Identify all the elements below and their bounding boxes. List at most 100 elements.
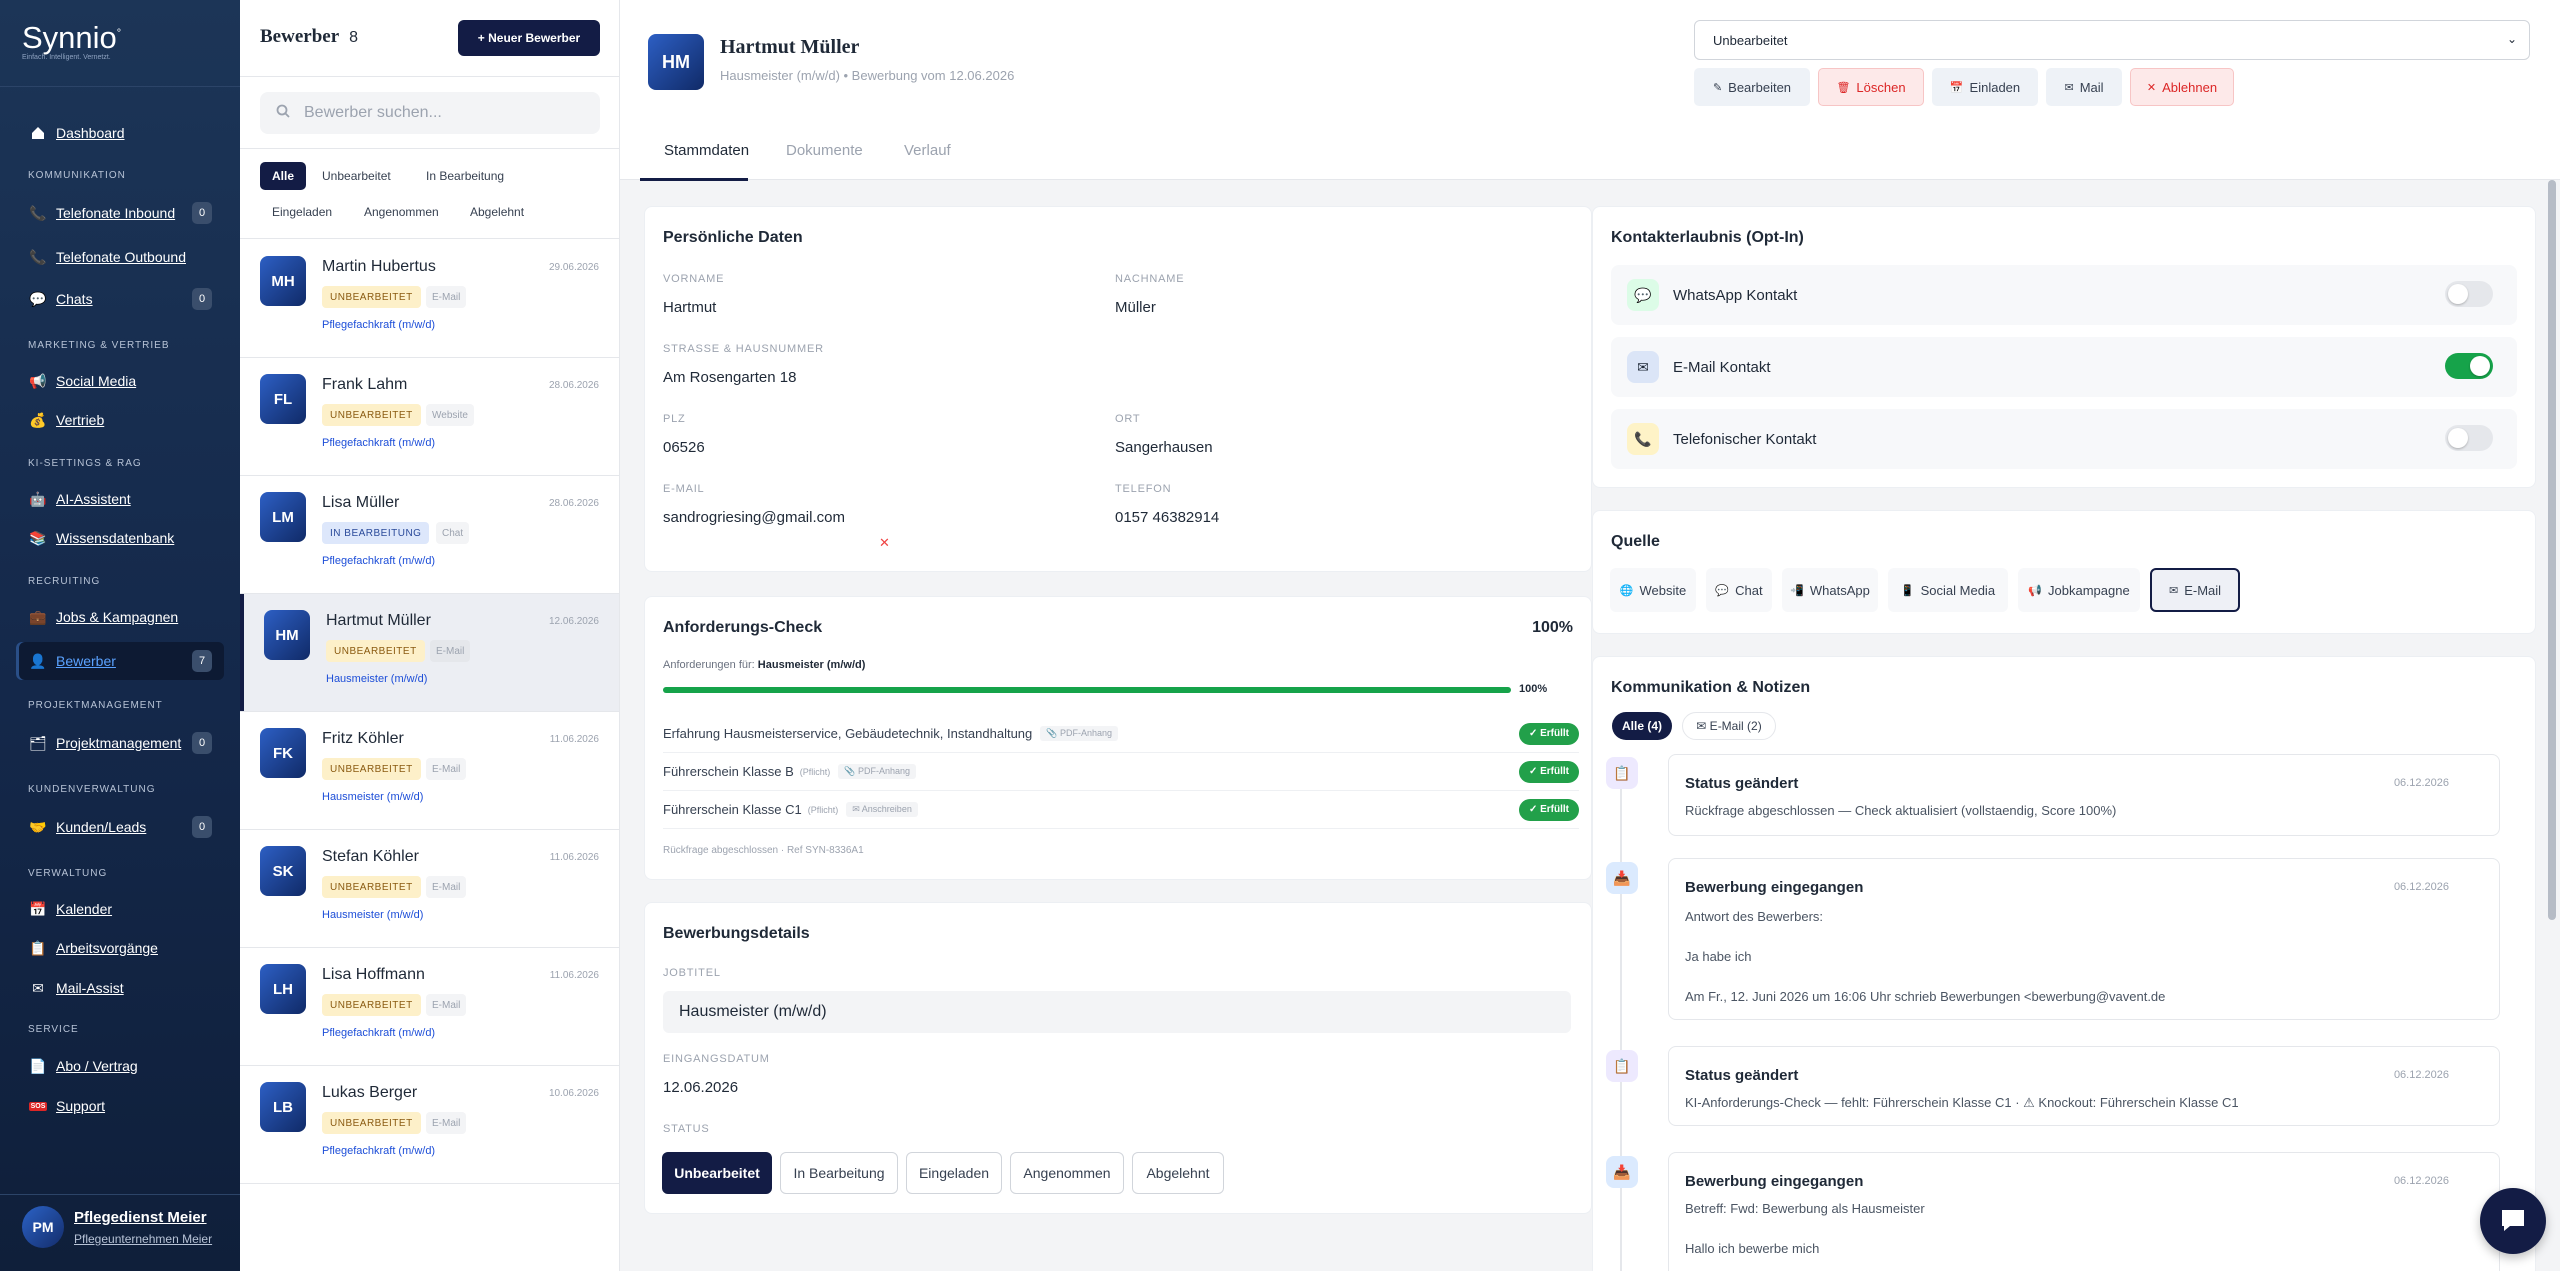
sidebar-item-support[interactable]: SOS Support — [16, 1089, 224, 1123]
applicant-card[interactable]: LB Lukas Berger 10.06.2026 UNBEARBEITET … — [240, 1066, 619, 1184]
user-profile[interactable]: PM Pflegedienst Meier Pflegeunternehmen … — [22, 1206, 212, 1248]
scrollbar-thumb[interactable] — [2548, 180, 2556, 920]
applicant-date: 11.06.2026 — [549, 970, 599, 981]
status-button-eingeladen[interactable]: Eingeladen — [906, 1152, 1002, 1194]
source-chip-chat[interactable]: 💬 Chat — [1706, 568, 1772, 612]
sidebar-item-telefonate-outbound[interactable]: 📞 Telefonate Outbound — [16, 240, 224, 274]
globe-icon: 🌐 — [1619, 584, 1634, 597]
job-title-field[interactable]: Hausmeister (m/w/d) — [663, 991, 1571, 1033]
applicant-card[interactable]: LH Lisa Hoffmann 11.06.2026 UNBEARBEITET… — [240, 948, 619, 1066]
timeline-line — [1620, 760, 1622, 1271]
requirement-row: Führerschein Klasse B (Pflicht) 📎 PDF-An… — [663, 753, 1579, 791]
status-button-in-bearbeitung[interactable]: In Bearbeitung — [780, 1152, 898, 1194]
chat-widget-button[interactable] — [2480, 1188, 2546, 1254]
search-placeholder: Bewerber suchen... — [304, 104, 442, 121]
applicant-card[interactable]: MH Martin Hubertus 29.06.2026 UNBEARBEIT… — [240, 240, 619, 358]
filter-chip-eingeladen[interactable]: Eingeladen — [260, 198, 344, 226]
sidebar-item-dashboard[interactable]: Dashboard — [16, 116, 224, 150]
filter-chip-email[interactable]: ✉ E-Mail (2) — [1682, 712, 1776, 740]
filter-chip-alle[interactable]: Alle — [260, 162, 307, 190]
phone-toggle[interactable] — [2445, 425, 2493, 451]
list-title-text: Bewerber — [260, 26, 340, 47]
source-badge: Website — [426, 404, 474, 426]
filter-chip-all[interactable]: Alle (4) — [1612, 712, 1672, 740]
sidebar-item-kalender[interactable]: 📅 Kalender — [16, 892, 224, 926]
entry-date: 06.12.2026 — [2393, 1175, 2449, 1187]
sidebar-item-telefonate-inbound[interactable]: 📞 Telefonate Inbound 0 — [16, 196, 224, 230]
sidebar-item-label: Chats — [56, 291, 93, 307]
status-select[interactable]: Unbearbeitet ⌄ — [1694, 20, 2530, 60]
filter-chip-unbearbeitet[interactable]: Unbearbeitet — [310, 162, 403, 190]
invite-button[interactable]: 📅 Einladen — [1932, 68, 2038, 106]
clear-icon[interactable]: ✕ — [879, 535, 890, 551]
tab-verlauf[interactable]: Verlauf — [904, 142, 951, 159]
field-label: PLZ — [663, 413, 686, 425]
applicant-job: Pflegefachkraft (m/w/d) — [322, 555, 436, 567]
status-button-angenommen[interactable]: Angenommen — [1010, 1152, 1124, 1194]
edit-button[interactable]: ✎ Bearbeiten — [1694, 68, 1810, 106]
applicant-name: Fritz Köhler — [322, 730, 404, 747]
pencil-icon: ✎ — [1712, 81, 1723, 94]
filter-chip-angenommen[interactable]: Angenommen — [352, 198, 451, 226]
count-badge: 7 — [192, 650, 212, 672]
tab-stammdaten[interactable]: Stammdaten — [664, 142, 749, 159]
status-button-unbearbeitet[interactable]: Unbearbeitet — [662, 1152, 772, 1194]
sidebar-item-chats[interactable]: 💬 Chats 0 — [16, 282, 224, 316]
sidebar-item-jobs[interactable]: 💼 Jobs & Kampagnen — [16, 600, 224, 634]
active-tab-indicator — [640, 178, 748, 181]
filter-chip-in-bearbeitung[interactable]: In Bearbeitung — [414, 162, 516, 190]
source-badge: E-Mail — [426, 1112, 467, 1134]
applicant-list-panel: Bewerber 8 + Neuer Bewerber Bewerber such… — [240, 0, 620, 1271]
search-input[interactable]: Bewerber suchen... — [260, 92, 600, 134]
applicant-card-selected[interactable]: HM Hartmut Müller 12.06.2026 UNBEARBEITE… — [240, 594, 619, 712]
sidebar-item-wissensdatenbank[interactable]: 📚 Wissensdatenbank — [16, 521, 224, 555]
source-chip-whatsapp[interactable]: 📲 WhatsApp — [1782, 568, 1878, 612]
entry-text: Am Fr., 12. Juni 2026 um 16:06 Uhr schri… — [1685, 989, 2166, 1004]
phone-icon: 📞 — [1627, 423, 1659, 455]
sidebar-section-label: SERVICE — [28, 1024, 79, 1035]
applicant-card[interactable]: FL Frank Lahm 28.06.2026 UNBEARBEITET We… — [240, 358, 619, 476]
status-button-abgelehnt[interactable]: Abgelehnt — [1132, 1152, 1224, 1194]
sidebar-section-label: RECRUITING — [28, 576, 101, 587]
sidebar-item-bewerber[interactable]: 👤 Bewerber 7 — [16, 642, 224, 680]
delete-button[interactable]: 🗑 Löschen — [1818, 68, 1924, 106]
envelope-icon: ✉ — [2064, 81, 2074, 94]
reject-button[interactable]: ✕ Ablehnen — [2130, 68, 2234, 106]
new-applicant-button[interactable]: + Neuer Bewerber — [458, 20, 600, 56]
applicant-job: Pflegefachkraft (m/w/d) — [322, 437, 436, 449]
envelope-icon: ✉ — [32, 979, 44, 996]
entry-title: Bewerbung eingegangen — [1685, 1173, 1864, 1190]
brand-logo[interactable]: Synnio° Einfach. Intelligent. Vernetzt. — [22, 20, 121, 61]
source-chip-label: E-Mail — [2184, 582, 2222, 598]
whatsapp-toggle[interactable] — [2445, 281, 2493, 307]
sidebar-item-kunden[interactable]: 🤝 Kunden/Leads 0 — [16, 810, 224, 844]
sidebar-item-social-media[interactable]: 📢 Social Media — [16, 364, 224, 398]
source-chip-social-media[interactable]: 📱 Social Media — [1888, 568, 2008, 612]
sidebar-item-mail-assist[interactable]: ✉ Mail-Assist — [16, 971, 224, 1005]
sidebar-item-ai-assistent[interactable]: 🤖 AI-Assistent — [16, 482, 224, 516]
sidebar-item-abo[interactable]: 📄 Abo / Vertrag — [16, 1049, 224, 1083]
applicant-card[interactable]: LM Lisa Müller 28.06.2026 IN BEARBEITUNG… — [240, 476, 619, 594]
divider — [240, 76, 619, 77]
source-chip-jobkampagne[interactable]: 📢 Jobkampagne — [2018, 568, 2140, 612]
tab-dokumente[interactable]: Dokumente — [786, 142, 863, 159]
field-label: E-MAIL — [663, 483, 705, 495]
applicant-date: 28.06.2026 — [548, 380, 599, 391]
filter-chip-abgelehnt[interactable]: Abgelehnt — [458, 198, 536, 226]
sidebar-item-label: Kalender — [56, 901, 113, 917]
source-chip-website[interactable]: 🌐 Website — [1610, 568, 1696, 612]
sidebar-item-vertrieb[interactable]: 💰 Vertrieb — [16, 403, 224, 437]
sidebar-item-projektmanagement[interactable]: 🗂 Projektmanagement 0 — [16, 726, 224, 760]
applicant-job: Pflegefachkraft (m/w/d) — [322, 1027, 436, 1039]
email-toggle[interactable] — [2445, 353, 2493, 379]
applicant-card[interactable]: FK Fritz Köhler 11.06.2026 UNBEARBEITET … — [240, 712, 619, 830]
source-chip-email[interactable]: ✉ E-Mail — [2150, 568, 2240, 612]
applicant-card[interactable]: SK Stefan Köhler 11.06.2026 UNBEARBEITET… — [240, 830, 619, 948]
sidebar-item-arbeitsvorgaenge[interactable]: 📋 Arbeitsvorgänge — [16, 931, 224, 965]
sidebar-item-label: Wissensdatenbank — [56, 530, 175, 546]
telefon-value: 0157 46382914 — [1115, 509, 1220, 526]
optin-label: Telefonischer Kontakt — [1673, 430, 1817, 448]
avatar: HM — [264, 610, 310, 660]
mail-button[interactable]: ✉ Mail — [2046, 68, 2122, 106]
requirement-row: Erfahrung Hausmeisterservice, Gebäudetec… — [663, 715, 1579, 753]
